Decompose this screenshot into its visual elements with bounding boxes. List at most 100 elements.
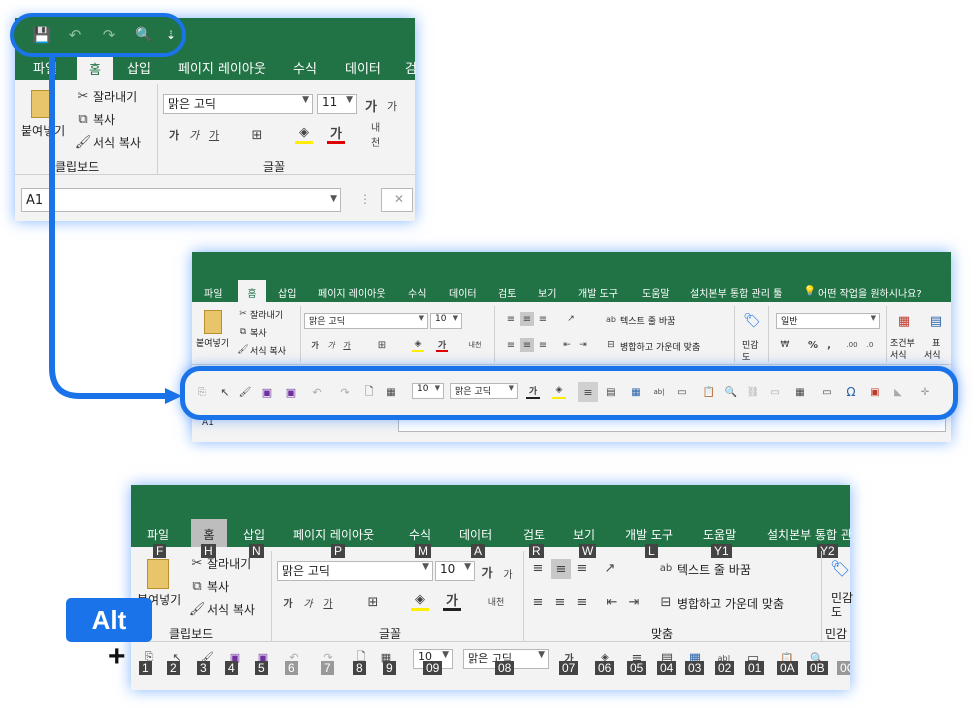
text-field-icon[interactable]: ab| — [650, 384, 668, 400]
underline-icon[interactable]: 가 — [321, 593, 335, 611]
tab-file[interactable]: 파일 — [147, 526, 169, 543]
merge-center-icon[interactable]: ⊟ — [657, 593, 675, 611]
link-icon[interactable]: ⛓ — [746, 384, 760, 400]
table-icon[interactable]: ▦ — [628, 384, 644, 400]
tab-data[interactable]: 데이터 — [459, 526, 492, 543]
font-increase-icon[interactable]: 가 — [479, 563, 495, 581]
cut-label[interactable]: 잘라내기 — [207, 555, 251, 572]
sensitivity-icon[interactable]: 🏷 — [742, 310, 762, 332]
paste-special-icon[interactable]: ⎘ — [194, 384, 210, 400]
table-label-2[interactable]: 서식 — [924, 348, 941, 361]
label-icon[interactable]: ▭ — [820, 384, 834, 400]
tab-help[interactable]: 도움말 — [642, 285, 670, 300]
font-color-icon[interactable]: 가 — [436, 338, 448, 352]
tab-help[interactable]: 도움말 — [703, 526, 736, 543]
font-size-box[interactable]: 10 ▼ — [435, 561, 475, 581]
qat-font-size-box[interactable]: 10 ▼ — [412, 383, 444, 399]
paste-label[interactable]: 붙여넣기 — [196, 336, 229, 349]
scissors-icon[interactable]: ✂ — [189, 555, 205, 571]
format-painter-icon[interactable]: 🖌 — [237, 344, 248, 356]
screenshot-icon[interactable]: ▦ — [382, 384, 400, 400]
pin-icon[interactable]: ✛ — [918, 384, 932, 400]
form-icon[interactable]: ▤ — [604, 384, 618, 400]
merge-center-label[interactable]: 병합하고 가운데 맞춤 — [620, 340, 700, 353]
decrease-indent-icon[interactable]: ⇤ — [560, 338, 574, 352]
orientation-icon[interactable]: ↗ — [601, 559, 619, 577]
format-painter-label[interactable]: 서식 복사 — [250, 344, 286, 357]
shape-icon[interactable]: ◣ — [890, 384, 906, 400]
save-icon[interactable]: ▣ — [260, 384, 274, 400]
tab-developer[interactable]: 개발 도구 — [578, 285, 618, 300]
align-right-icon[interactable]: ≡ — [536, 338, 550, 352]
tab-home[interactable]: 홈 — [238, 280, 266, 302]
tab-review[interactable]: 검토 — [498, 285, 516, 300]
decrease-indent-icon[interactable]: ⇤ — [603, 593, 621, 611]
tell-me-search[interactable]: 어떤 작업을 원하시나요? — [818, 285, 922, 300]
bold-icon[interactable]: 가 — [281, 593, 295, 611]
tab-formulas[interactable]: 수식 — [409, 526, 431, 543]
align-bottom-icon[interactable]: ≡ — [573, 559, 591, 577]
align-top-icon[interactable]: ≡ — [504, 312, 518, 326]
tab-formulas[interactable]: 수식 — [408, 285, 426, 300]
font-color-icon[interactable]: 가 — [443, 591, 461, 611]
wrap-text-icon[interactable]: ab — [657, 559, 675, 577]
qat-font-name-box[interactable]: 맑은 고딕 ▼ — [450, 383, 518, 399]
align-right-icon[interactable]: ≡ — [573, 593, 591, 611]
tab-view[interactable]: 보기 — [573, 526, 595, 543]
tab-review[interactable]: 검토 — [523, 526, 545, 543]
font-decrease-icon[interactable]: 가 — [501, 565, 515, 581]
phonetic-icon[interactable]: 내천 — [487, 591, 505, 611]
italic-icon[interactable]: 가 — [301, 593, 315, 611]
sensitivity-label-2[interactable]: 도 — [742, 350, 750, 363]
format-painter-label[interactable]: 서식 복사 — [207, 601, 255, 618]
scissors-icon[interactable]: ✂ — [238, 308, 248, 320]
paste-values-icon[interactable]: 📋 — [702, 384, 716, 400]
fill-color-icon[interactable]: ◈ — [412, 338, 424, 352]
font-name-box[interactable]: 맑은 고딕 ▼ — [304, 313, 428, 329]
conditional-format-icon[interactable]: ▦ — [894, 310, 914, 332]
tab-file[interactable]: 파일 — [204, 285, 222, 300]
number-format-box[interactable]: 일반 ▼ — [776, 313, 880, 329]
tab-page-layout[interactable]: 페이지 레이아웃 — [293, 526, 374, 543]
tab-insert[interactable]: 삽입 — [243, 526, 265, 543]
tab-view[interactable]: 보기 — [538, 285, 556, 300]
orientation-icon[interactable]: ↗ — [564, 312, 578, 326]
wrap-text-label[interactable]: 텍스트 줄 바꿈 — [677, 561, 751, 578]
tab-custom-tool[interactable]: 설치본부 통합 관 — [767, 526, 852, 543]
font-name-box[interactable]: 맑은 고딕 ▼ — [277, 561, 433, 581]
formula-input[interactable] — [398, 418, 946, 432]
tab-insert[interactable]: 삽입 — [278, 285, 296, 300]
sensitivity-label-2[interactable]: 도 — [831, 603, 842, 620]
tab-home[interactable]: 홈 — [191, 519, 227, 547]
fill-color-icon[interactable]: ◈ — [411, 591, 429, 611]
decrease-decimal-icon[interactable]: .0 — [862, 338, 878, 352]
border-icon[interactable]: ⊞ — [376, 338, 388, 352]
increase-indent-icon[interactable]: ⇥ — [625, 593, 643, 611]
italic-icon[interactable]: 가 — [326, 338, 336, 352]
cond-format-label-2[interactable]: 서식 — [890, 348, 907, 361]
textbox-icon[interactable]: ▭ — [674, 384, 690, 400]
comma-icon[interactable]: , — [822, 338, 836, 352]
print-preview-icon[interactable]: 🔍 — [724, 384, 738, 400]
paste-icon[interactable] — [204, 310, 222, 334]
fill-color-icon[interactable]: ◈ — [552, 383, 566, 399]
format-painter-icon[interactable]: 🖌 — [189, 601, 206, 617]
copy-label[interactable]: 복사 — [207, 578, 229, 595]
increase-decimal-icon[interactable]: .00 — [844, 338, 860, 352]
merge-center-label[interactable]: 병합하고 가운데 맞춤 — [677, 595, 784, 612]
align-top-icon[interactable]: ≡ — [529, 559, 547, 577]
align-left-icon[interactable]: ≡ — [529, 593, 547, 611]
sensitivity-icon[interactable]: 🏷 — [829, 555, 851, 581]
border-icon[interactable]: ⊞ — [365, 593, 381, 611]
copy-label[interactable]: 복사 — [250, 326, 267, 339]
cut-label[interactable]: 잘라내기 — [250, 308, 283, 321]
picture-icon[interactable]: ▣ — [868, 384, 882, 400]
wrap-text-label[interactable]: 텍스트 줄 바꿈 — [620, 314, 675, 327]
tab-data[interactable]: 데이터 — [449, 285, 477, 300]
new-file-icon[interactable]: 🗋 — [362, 384, 376, 400]
redo-icon[interactable]: ↷ — [336, 384, 354, 400]
percent-icon[interactable]: % — [806, 338, 820, 352]
align-center-icon[interactable]: ≡ — [578, 382, 598, 402]
format-as-table-icon[interactable]: ▤ — [926, 310, 946, 332]
tab-developer[interactable]: 개발 도구 — [625, 526, 673, 543]
